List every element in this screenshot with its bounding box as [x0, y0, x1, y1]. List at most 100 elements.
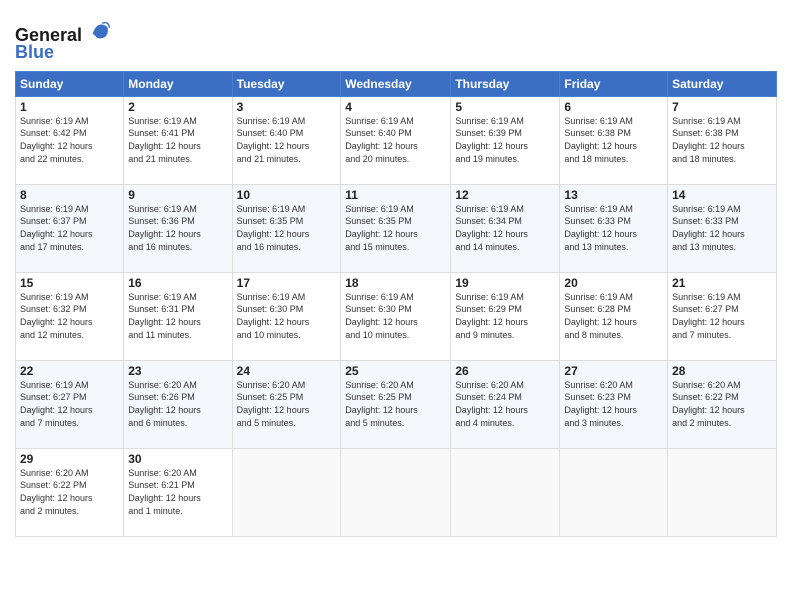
calendar-cell	[560, 448, 668, 536]
day-info: Sunrise: 6:19 AM Sunset: 6:40 PM Dayligh…	[237, 115, 337, 165]
calendar-cell: 26Sunrise: 6:20 AM Sunset: 6:24 PM Dayli…	[451, 360, 560, 448]
day-number: 6	[564, 100, 663, 114]
calendar-cell: 11Sunrise: 6:19 AM Sunset: 6:35 PM Dayli…	[341, 184, 451, 272]
day-number: 17	[237, 276, 337, 290]
day-number: 16	[128, 276, 227, 290]
day-info: Sunrise: 6:19 AM Sunset: 6:41 PM Dayligh…	[128, 115, 227, 165]
day-info: Sunrise: 6:19 AM Sunset: 6:30 PM Dayligh…	[345, 291, 446, 341]
logo: General Blue	[15, 19, 111, 63]
calendar-cell	[341, 448, 451, 536]
day-number: 12	[455, 188, 555, 202]
day-info: Sunrise: 6:19 AM Sunset: 6:27 PM Dayligh…	[20, 379, 119, 429]
day-info: Sunrise: 6:20 AM Sunset: 6:22 PM Dayligh…	[672, 379, 772, 429]
day-number: 24	[237, 364, 337, 378]
day-info: Sunrise: 6:19 AM Sunset: 6:38 PM Dayligh…	[564, 115, 663, 165]
calendar-cell: 29Sunrise: 6:20 AM Sunset: 6:22 PM Dayli…	[16, 448, 124, 536]
day-info: Sunrise: 6:19 AM Sunset: 6:38 PM Dayligh…	[672, 115, 772, 165]
day-info: Sunrise: 6:20 AM Sunset: 6:23 PM Dayligh…	[564, 379, 663, 429]
day-info: Sunrise: 6:19 AM Sunset: 6:34 PM Dayligh…	[455, 203, 555, 253]
day-number: 13	[564, 188, 663, 202]
day-number: 29	[20, 452, 119, 466]
day-number: 3	[237, 100, 337, 114]
calendar-cell: 13Sunrise: 6:19 AM Sunset: 6:33 PM Dayli…	[560, 184, 668, 272]
day-number: 2	[128, 100, 227, 114]
day-info: Sunrise: 6:19 AM Sunset: 6:29 PM Dayligh…	[455, 291, 555, 341]
day-number: 10	[237, 188, 337, 202]
calendar-cell: 3Sunrise: 6:19 AM Sunset: 6:40 PM Daylig…	[232, 96, 341, 184]
day-info: Sunrise: 6:19 AM Sunset: 6:37 PM Dayligh…	[20, 203, 119, 253]
calendar-cell: 19Sunrise: 6:19 AM Sunset: 6:29 PM Dayli…	[451, 272, 560, 360]
calendar-body: 1Sunrise: 6:19 AM Sunset: 6:42 PM Daylig…	[16, 96, 777, 536]
calendar-week-row: 1Sunrise: 6:19 AM Sunset: 6:42 PM Daylig…	[16, 96, 777, 184]
calendar-cell: 10Sunrise: 6:19 AM Sunset: 6:35 PM Dayli…	[232, 184, 341, 272]
calendar-cell: 30Sunrise: 6:20 AM Sunset: 6:21 PM Dayli…	[124, 448, 232, 536]
day-info: Sunrise: 6:19 AM Sunset: 6:35 PM Dayligh…	[345, 203, 446, 253]
day-header-monday: Monday	[124, 71, 232, 96]
day-number: 19	[455, 276, 555, 290]
calendar-cell: 8Sunrise: 6:19 AM Sunset: 6:37 PM Daylig…	[16, 184, 124, 272]
day-info: Sunrise: 6:20 AM Sunset: 6:21 PM Dayligh…	[128, 467, 227, 517]
day-info: Sunrise: 6:20 AM Sunset: 6:26 PM Dayligh…	[128, 379, 227, 429]
day-header-thursday: Thursday	[451, 71, 560, 96]
day-number: 30	[128, 452, 227, 466]
calendar-cell	[668, 448, 777, 536]
calendar-week-row: 29Sunrise: 6:20 AM Sunset: 6:22 PM Dayli…	[16, 448, 777, 536]
day-info: Sunrise: 6:19 AM Sunset: 6:32 PM Dayligh…	[20, 291, 119, 341]
day-number: 20	[564, 276, 663, 290]
day-info: Sunrise: 6:19 AM Sunset: 6:28 PM Dayligh…	[564, 291, 663, 341]
calendar-cell: 18Sunrise: 6:19 AM Sunset: 6:30 PM Dayli…	[341, 272, 451, 360]
day-header-sunday: Sunday	[16, 71, 124, 96]
header: General Blue	[15, 15, 777, 63]
calendar-cell: 7Sunrise: 6:19 AM Sunset: 6:38 PM Daylig…	[668, 96, 777, 184]
day-number: 9	[128, 188, 227, 202]
calendar-header-row: SundayMondayTuesdayWednesdayThursdayFrid…	[16, 71, 777, 96]
day-info: Sunrise: 6:19 AM Sunset: 6:35 PM Dayligh…	[237, 203, 337, 253]
calendar-week-row: 22Sunrise: 6:19 AM Sunset: 6:27 PM Dayli…	[16, 360, 777, 448]
calendar-cell: 14Sunrise: 6:19 AM Sunset: 6:33 PM Dayli…	[668, 184, 777, 272]
day-header-friday: Friday	[560, 71, 668, 96]
calendar-page: General Blue SundayMondayTuesdayWednesda…	[0, 0, 792, 612]
day-info: Sunrise: 6:19 AM Sunset: 6:39 PM Dayligh…	[455, 115, 555, 165]
calendar-cell: 5Sunrise: 6:19 AM Sunset: 6:39 PM Daylig…	[451, 96, 560, 184]
day-number: 8	[20, 188, 119, 202]
calendar-week-row: 15Sunrise: 6:19 AM Sunset: 6:32 PM Dayli…	[16, 272, 777, 360]
calendar-cell: 9Sunrise: 6:19 AM Sunset: 6:36 PM Daylig…	[124, 184, 232, 272]
day-info: Sunrise: 6:19 AM Sunset: 6:40 PM Dayligh…	[345, 115, 446, 165]
calendar-cell: 28Sunrise: 6:20 AM Sunset: 6:22 PM Dayli…	[668, 360, 777, 448]
calendar-cell: 15Sunrise: 6:19 AM Sunset: 6:32 PM Dayli…	[16, 272, 124, 360]
calendar-week-row: 8Sunrise: 6:19 AM Sunset: 6:37 PM Daylig…	[16, 184, 777, 272]
day-number: 11	[345, 188, 446, 202]
calendar-cell: 17Sunrise: 6:19 AM Sunset: 6:30 PM Dayli…	[232, 272, 341, 360]
day-number: 18	[345, 276, 446, 290]
calendar-cell: 16Sunrise: 6:19 AM Sunset: 6:31 PM Dayli…	[124, 272, 232, 360]
day-header-wednesday: Wednesday	[341, 71, 451, 96]
calendar-cell	[451, 448, 560, 536]
calendar-cell: 20Sunrise: 6:19 AM Sunset: 6:28 PM Dayli…	[560, 272, 668, 360]
calendar-cell: 2Sunrise: 6:19 AM Sunset: 6:41 PM Daylig…	[124, 96, 232, 184]
calendar-cell: 25Sunrise: 6:20 AM Sunset: 6:25 PM Dayli…	[341, 360, 451, 448]
day-info: Sunrise: 6:19 AM Sunset: 6:30 PM Dayligh…	[237, 291, 337, 341]
calendar-cell: 24Sunrise: 6:20 AM Sunset: 6:25 PM Dayli…	[232, 360, 341, 448]
calendar-cell: 6Sunrise: 6:19 AM Sunset: 6:38 PM Daylig…	[560, 96, 668, 184]
day-info: Sunrise: 6:20 AM Sunset: 6:24 PM Dayligh…	[455, 379, 555, 429]
day-info: Sunrise: 6:20 AM Sunset: 6:22 PM Dayligh…	[20, 467, 119, 517]
day-header-tuesday: Tuesday	[232, 71, 341, 96]
calendar-cell: 4Sunrise: 6:19 AM Sunset: 6:40 PM Daylig…	[341, 96, 451, 184]
day-info: Sunrise: 6:19 AM Sunset: 6:27 PM Dayligh…	[672, 291, 772, 341]
calendar-table: SundayMondayTuesdayWednesdayThursdayFrid…	[15, 71, 777, 537]
day-number: 26	[455, 364, 555, 378]
calendar-cell: 27Sunrise: 6:20 AM Sunset: 6:23 PM Dayli…	[560, 360, 668, 448]
day-number: 27	[564, 364, 663, 378]
calendar-cell: 22Sunrise: 6:19 AM Sunset: 6:27 PM Dayli…	[16, 360, 124, 448]
calendar-cell	[232, 448, 341, 536]
day-info: Sunrise: 6:19 AM Sunset: 6:36 PM Dayligh…	[128, 203, 227, 253]
day-info: Sunrise: 6:19 AM Sunset: 6:33 PM Dayligh…	[672, 203, 772, 253]
day-number: 14	[672, 188, 772, 202]
day-number: 1	[20, 100, 119, 114]
day-header-saturday: Saturday	[668, 71, 777, 96]
day-number: 25	[345, 364, 446, 378]
day-number: 7	[672, 100, 772, 114]
day-number: 28	[672, 364, 772, 378]
calendar-cell: 12Sunrise: 6:19 AM Sunset: 6:34 PM Dayli…	[451, 184, 560, 272]
day-info: Sunrise: 6:20 AM Sunset: 6:25 PM Dayligh…	[345, 379, 446, 429]
